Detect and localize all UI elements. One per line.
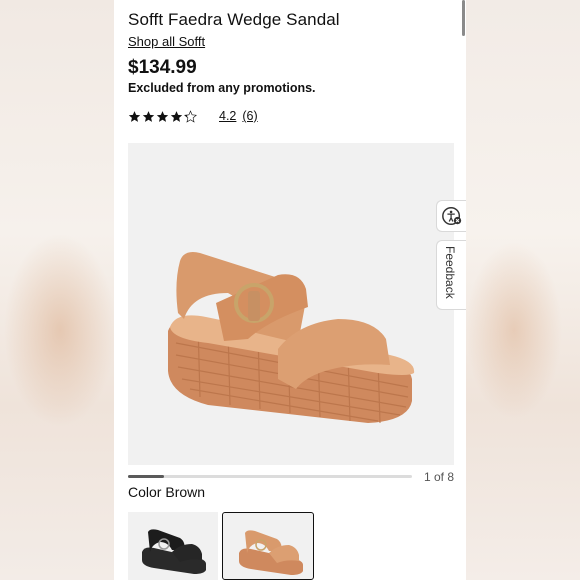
rating-row: 4.2 (6) <box>128 107 258 125</box>
star-icon <box>170 110 183 122</box>
product-title: Sofft Faedra Wedge Sandal <box>128 10 340 29</box>
gallery-progress-fill <box>128 475 164 478</box>
gallery-counter: 1 of 8 <box>423 470 454 484</box>
product-image[interactable] <box>128 143 454 465</box>
background-blur-left <box>0 0 116 580</box>
background-blur-right <box>464 0 580 580</box>
accessibility-button[interactable] <box>436 200 466 232</box>
color-label: Color <box>128 484 162 500</box>
brown-sandal-thumbnail <box>239 530 303 575</box>
black-sandal-thumbnail <box>142 529 206 574</box>
star-icon <box>156 110 169 122</box>
swatch-black[interactable] <box>128 512 218 580</box>
product-panel: Sofft Faedra Wedge Sandal Shop all Sofft… <box>114 0 466 580</box>
star-partial-icon <box>184 109 197 123</box>
rating-value-link[interactable]: 4.2 <box>219 109 236 123</box>
star-icon <box>142 110 155 122</box>
sandal-illustration <box>168 252 415 424</box>
gallery-progress-bar <box>128 475 412 478</box>
promo-note: Excluded from any promotions. <box>128 81 316 95</box>
rating-count-link[interactable]: (6) <box>242 109 257 123</box>
star-icon <box>128 110 141 122</box>
color-selected: Brown <box>165 484 206 500</box>
accessibility-icon <box>441 207 461 225</box>
color-row: Color Brown <box>128 484 205 500</box>
feedback-tab[interactable]: Feedback <box>436 240 466 310</box>
product-price: $134.99 <box>128 57 197 78</box>
shop-all-link[interactable]: Shop all Sofft <box>128 34 205 49</box>
page-scrollbar[interactable] <box>462 0 465 36</box>
swatch-brown[interactable] <box>222 512 314 580</box>
feedback-label: Feedback <box>443 246 457 299</box>
rating-stars <box>128 109 197 123</box>
